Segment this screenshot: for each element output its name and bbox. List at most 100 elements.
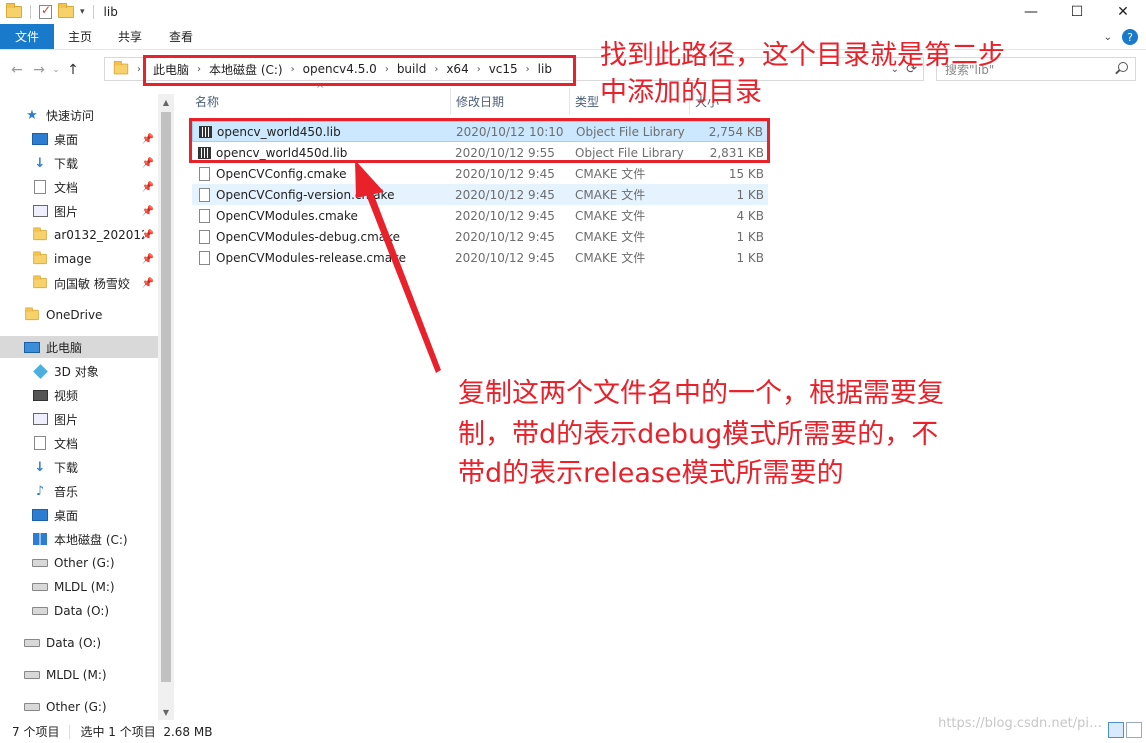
item-count: 7 个项目 (12, 725, 60, 739)
sidebar-item-this-pc[interactable]: 此电脑 (0, 336, 158, 358)
drive-icon (32, 607, 48, 615)
divider (30, 5, 31, 19)
column-header-label: 名称 (195, 94, 220, 109)
pin-icon[interactable]: 📌 (142, 254, 154, 265)
address-highlight-box (143, 55, 576, 86)
large-icons-view-icon[interactable] (1126, 722, 1142, 738)
sidebar-item-drive-c[interactable]: 本地磁盘 (C:) (0, 528, 158, 550)
file-name: OpenCVModules.cmake (216, 208, 358, 223)
file-name: OpenCVModules-debug.cmake (216, 229, 401, 244)
tab-file[interactable]: 文件 (0, 24, 54, 49)
sidebar-item-label: 图片 (54, 204, 79, 219)
forward-button[interactable]: → (28, 62, 50, 78)
sidebar-item-pictures-pc[interactable]: 图片 (0, 408, 158, 430)
sidebar-item-label: MLDL (M:) (46, 668, 107, 682)
file-icon (198, 229, 210, 244)
new-folder-icon[interactable] (58, 3, 74, 18)
navigation-pane: ★ 快速访问 桌面 📌 ↓ 下载 📌 文档 📌 图片 📌 ar0132_2020… (0, 94, 158, 720)
sidebar-item-label: 向国敏 杨雪姣 (54, 276, 130, 291)
file-date: 2020/10/12 9:45 (455, 187, 555, 202)
up-button[interactable]: ↑ (62, 62, 84, 78)
onedrive-icon (25, 307, 39, 321)
minimize-button[interactable]: — (1008, 0, 1054, 24)
sidebar-item-desktop[interactable]: 桌面 📌 (0, 128, 158, 150)
files-highlight-box (189, 118, 770, 163)
sidebar-item-documents[interactable]: 文档 📌 (0, 176, 158, 198)
sidebar-scrollbar[interactable]: ▲ ▼ (158, 94, 174, 720)
sidebar-item-label: 快速访问 (46, 108, 95, 123)
close-button[interactable]: ✕ (1100, 0, 1146, 24)
file-date: 2020/10/12 9:45 (455, 250, 555, 265)
sidebar-item-videos[interactable]: 视频 (0, 384, 158, 406)
sidebar-item-quick-access[interactable]: ★ 快速访问 (0, 104, 158, 126)
properties-icon[interactable] (39, 3, 52, 19)
sidebar-item-downloads[interactable]: ↓ 下载 📌 (0, 152, 158, 174)
tab-home[interactable]: 主页 (54, 24, 105, 49)
file-type: CMAKE 文件 (575, 209, 646, 223)
file-row-opencvmodules-debug[interactable]: OpenCVModules-debug.cmake 2020/10/12 9:4… (192, 226, 768, 247)
file-row-opencvconfig[interactable]: OpenCVConfig.cmake 2020/10/12 9:45 CMAKE… (192, 163, 768, 184)
pin-icon[interactable]: 📌 (142, 206, 154, 217)
sidebar-item-3d-objects[interactable]: 3D 对象 (0, 360, 158, 382)
details-view-icon[interactable] (1108, 722, 1124, 738)
sidebar-item-pictures[interactable]: 图片 📌 (0, 200, 158, 222)
sidebar-item-label: MLDL (M:) (54, 580, 115, 594)
sidebar-item-desktop-pc[interactable]: 桌面 (0, 504, 158, 526)
scroll-up-icon[interactable]: ▲ (158, 94, 174, 110)
file-name: OpenCVConfig-version.cmake (216, 187, 395, 202)
file-row-opencvmodules[interactable]: OpenCVModules.cmake 2020/10/12 9:45 CMAK… (192, 205, 768, 226)
back-button[interactable]: ← (6, 62, 28, 78)
file-name: OpenCVConfig.cmake (216, 166, 347, 181)
sidebar-item-folder[interactable]: 向国敏 杨雪姣 📌 (0, 272, 158, 294)
pin-icon[interactable]: 📌 (142, 230, 154, 241)
pin-icon[interactable]: 📌 (142, 158, 154, 169)
scrollbar-thumb[interactable] (161, 112, 171, 682)
column-header-name[interactable]: 名称 ^ (176, 84, 450, 114)
windows-drive-icon (33, 533, 47, 545)
file-row-opencvmodules-release[interactable]: OpenCVModules-release.cmake 2020/10/12 9… (192, 247, 768, 268)
sidebar-item-network-drive-m[interactable]: MLDL (M:) (0, 664, 158, 686)
sidebar-item-drive-g[interactable]: Other (G:) (0, 552, 158, 574)
drive-icon (24, 639, 40, 647)
sidebar-item-network-drive-g[interactable]: Other (G:) (0, 696, 158, 718)
picture-icon (32, 413, 48, 425)
quick-access-dropdown-icon[interactable]: ▾ (80, 7, 85, 17)
pin-icon[interactable]: 📌 (142, 278, 154, 289)
expand-ribbon-icon[interactable]: ⌄ (1104, 32, 1112, 43)
video-icon (32, 389, 48, 401)
tab-share[interactable]: 共享 (105, 24, 155, 49)
sidebar-item-music[interactable]: ♪ 音乐 (0, 480, 158, 502)
file-type: CMAKE 文件 (575, 167, 646, 181)
sidebar-item-drive-o[interactable]: Data (O:) (0, 600, 158, 622)
sidebar-item-downloads-pc[interactable]: ↓ 下载 (0, 456, 158, 478)
sidebar-item-label: 3D 对象 (54, 364, 99, 379)
chevron-right-icon[interactable]: › (135, 64, 143, 75)
sidebar-item-image[interactable]: image 📌 (0, 248, 158, 270)
sidebar-item-label: 桌面 (54, 132, 79, 147)
file-size: 1 KB (736, 187, 764, 202)
recent-locations-icon[interactable]: ⌄ (50, 65, 62, 75)
file-row-opencvconfig-version[interactable]: OpenCVConfig-version.cmake 2020/10/12 9:… (192, 184, 768, 205)
drive-icon (24, 703, 40, 711)
folder-icon (33, 275, 47, 289)
file-icon (198, 250, 210, 265)
tab-view[interactable]: 查看 (155, 24, 206, 49)
sidebar-item-ar0132[interactable]: ar0132_2020127 📌 (0, 224, 158, 246)
path-annotation-line1: 找到此路径，这个目录就是第二步 (600, 40, 1005, 71)
sidebar-item-documents-pc[interactable]: 文档 (0, 432, 158, 454)
sidebar-item-label: image (54, 252, 92, 266)
sidebar-item-network-drive-o[interactable]: Data (O:) (0, 632, 158, 654)
folder-icon (33, 251, 47, 265)
file-date: 2020/10/12 9:45 (455, 166, 555, 181)
divider (69, 724, 71, 739)
maximize-button[interactable]: ☐ (1054, 0, 1100, 24)
sidebar-item-drive-m[interactable]: MLDL (M:) (0, 576, 158, 598)
scroll-down-icon[interactable]: ▼ (158, 704, 174, 720)
sidebar-item-onedrive[interactable]: OneDrive (0, 304, 158, 326)
pin-icon[interactable]: 📌 (142, 182, 154, 193)
folder-icon (113, 60, 129, 75)
help-icon[interactable]: ? (1122, 29, 1138, 45)
file-size: 1 KB (736, 250, 764, 265)
pin-icon[interactable]: 📌 (142, 134, 154, 145)
column-header-date[interactable]: 修改日期 (450, 88, 570, 114)
